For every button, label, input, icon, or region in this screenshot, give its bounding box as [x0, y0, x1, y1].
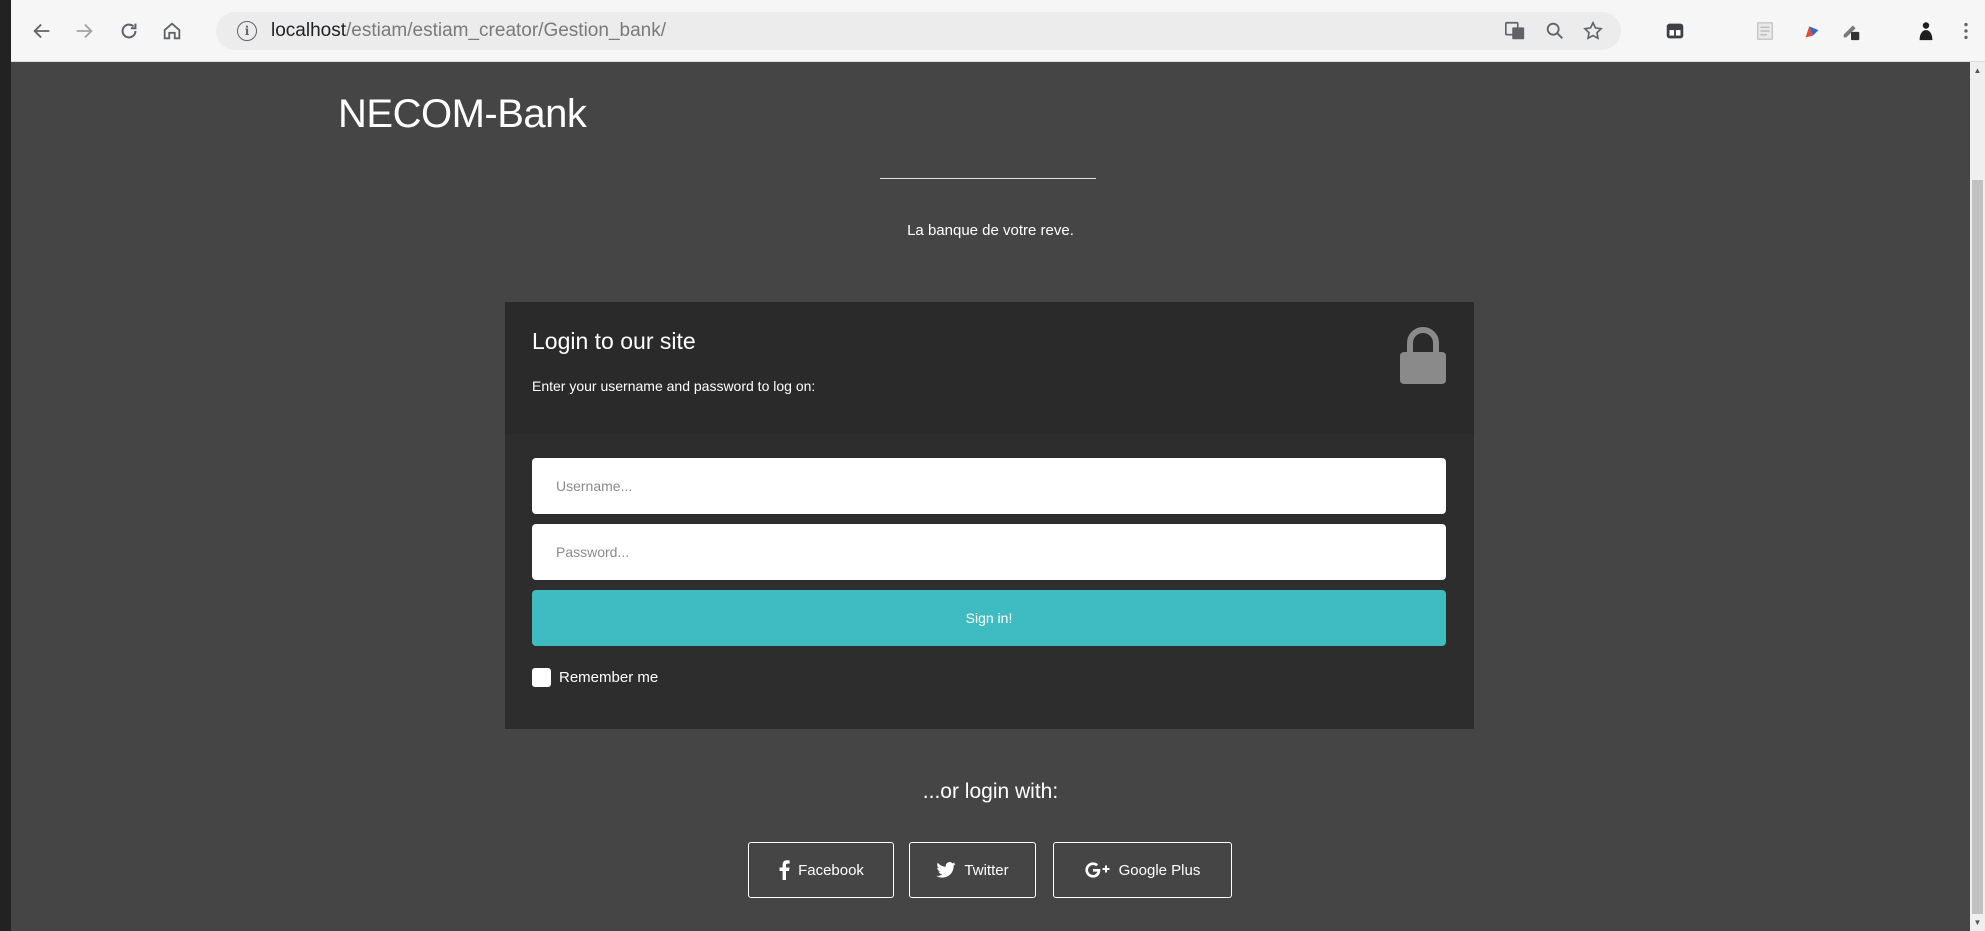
reader-extension-icon[interactable]: [1754, 20, 1776, 42]
arrow-right-icon: [76, 23, 93, 39]
bookmark-star-icon[interactable]: [1582, 20, 1604, 42]
remember-me-label: Remember me: [559, 669, 659, 686]
window-edge: [0, 0, 11, 931]
browser-toolbar: i localhost/estiam/estiam_creator/Gestio…: [11, 0, 1985, 62]
username-input[interactable]: [532, 458, 1446, 514]
login-title: Login to our site: [532, 328, 696, 354]
tagline: La banque de votre reve.: [907, 222, 1074, 239]
vertical-scrollbar[interactable]: ▲ ▼: [1970, 62, 1985, 931]
google-plus-icon: [1085, 862, 1111, 878]
twitter-icon: [936, 862, 957, 878]
arrow-left-icon: [33, 23, 50, 39]
remember-me[interactable]: Remember me: [532, 668, 658, 687]
login-subtitle: Enter your username and password to log …: [532, 378, 816, 394]
reload-icon: [121, 23, 137, 39]
url-path: /estiam/estiam_creator/Gestion_bank/: [346, 20, 666, 41]
password-input[interactable]: [532, 524, 1446, 580]
remember-me-checkbox[interactable]: [532, 668, 551, 687]
sign-in-button[interactable]: Sign in!: [532, 590, 1446, 646]
reload-button[interactable]: [115, 17, 143, 45]
facebook-label: Facebook: [798, 861, 864, 879]
url-host: localhost: [271, 20, 346, 41]
facebook-icon: [778, 860, 790, 880]
divider: [880, 178, 1096, 179]
login-card: Login to our site Enter your username an…: [505, 302, 1474, 729]
info-icon[interactable]: i: [237, 21, 257, 41]
profile-avatar-icon[interactable]: [1915, 20, 1937, 42]
scroll-down-arrow-icon[interactable]: ▼: [1970, 914, 1985, 931]
menu-icon[interactable]: [1955, 20, 1977, 42]
social-login-heading: ...or login with:: [922, 780, 1059, 803]
url-text: localhost/estiam/estiam_creator/Gestion_…: [271, 20, 666, 42]
home-icon: [163, 22, 181, 40]
google-plus-label: Google Plus: [1118, 861, 1201, 879]
lock-icon: [1400, 327, 1446, 384]
pen-extension-icon[interactable]: [1840, 20, 1862, 42]
google-plus-login-button[interactable]: Google Plus: [1053, 842, 1232, 898]
translate-icon[interactable]: [1504, 20, 1526, 42]
color-picker-extension-icon[interactable]: [1801, 20, 1823, 42]
twitter-login-button[interactable]: Twitter: [909, 842, 1036, 898]
extension-icon[interactable]: [1664, 20, 1686, 42]
address-bar[interactable]: i localhost/estiam/estiam_creator/Gestio…: [216, 12, 1621, 50]
forward-button[interactable]: [70, 17, 98, 45]
twitter-label: Twitter: [964, 861, 1009, 879]
home-button[interactable]: [158, 17, 186, 45]
brand-logo[interactable]: NECOM-Bank: [338, 92, 587, 137]
facebook-login-button[interactable]: Facebook: [748, 842, 894, 898]
back-button[interactable]: [28, 17, 56, 45]
login-card-header: Login to our site Enter your username an…: [505, 302, 1474, 435]
page-content: NECOM-Bank La banque de votre reve. Logi…: [11, 62, 1970, 931]
scrollbar-thumb[interactable]: [1972, 180, 1983, 914]
zoom-icon[interactable]: [1544, 20, 1566, 42]
scroll-up-arrow-icon[interactable]: ▲: [1970, 62, 1985, 79]
